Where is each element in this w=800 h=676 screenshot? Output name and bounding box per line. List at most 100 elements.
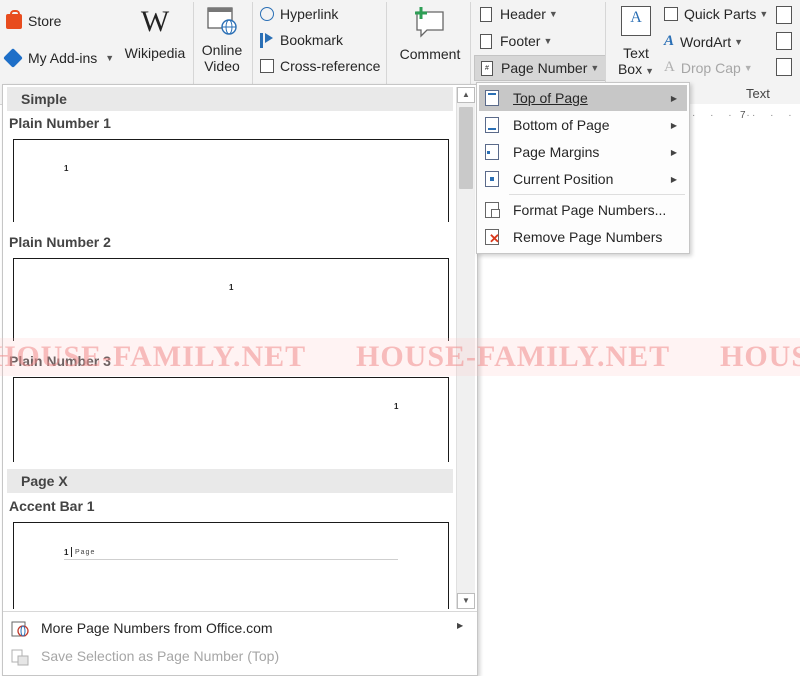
chevron-down-icon: ▼ <box>734 36 744 47</box>
online-video-label-1: Online <box>201 42 243 58</box>
drop-cap-button: A Drop Cap ▼ <box>664 59 753 76</box>
accent-bar-1-thumbnail[interactable]: 1 Page <box>13 522 449 609</box>
plain-number-2-title: Plain Number 2 <box>9 234 111 250</box>
accent-bar-1-title: Accent Bar 1 <box>9 498 95 514</box>
gallery-scrollbar[interactable]: ▲ ▼ <box>456 87 475 609</box>
page-margins-icon <box>485 144 499 160</box>
text-box-label-2: Box <box>617 61 643 77</box>
page-margins-label: Page Margins <box>513 144 600 160</box>
hyperlink-icon <box>260 7 274 21</box>
signature-line-icon[interactable] <box>776 6 792 24</box>
online-video-button[interactable]: Online Video <box>196 6 248 74</box>
my-addins-button[interactable]: My Add-ins ▼ <box>3 48 115 68</box>
menu-item-format-page-numbers[interactable]: Format Page Numbers... <box>479 197 687 223</box>
office-com-icon <box>11 620 29 638</box>
chevron-right-icon: ▶ <box>670 93 677 103</box>
bottom-of-page-label: Bottom of Page <box>513 117 610 133</box>
bookmark-button[interactable]: Bookmark <box>260 32 343 48</box>
menu-item-bottom-of-page[interactable]: Bottom of Page ▶ <box>479 112 687 138</box>
hyperlink-label: Hyperlink <box>280 6 339 22</box>
chevron-right-icon: ▶ <box>457 621 464 630</box>
wikipedia-label: Wikipedia <box>124 45 186 61</box>
plain-number-3-thumbnail[interactable]: 1 <box>13 377 449 462</box>
chevron-right-icon: ▶ <box>670 174 677 184</box>
page-number-menu: Top of Page ▶ Bottom of Page ▶ Page Marg… <box>476 82 690 254</box>
quick-parts-button[interactable]: Quick Parts ▼ <box>664 6 768 22</box>
wikipedia-button[interactable]: W Wikipedia <box>122 4 188 61</box>
ruler: · · · · 7 · · · <box>688 110 800 124</box>
chevron-right-icon: ▶ <box>670 147 677 157</box>
page-number-button[interactable]: # Page Number ▼ <box>474 55 607 81</box>
chevron-down-icon: ▼ <box>543 36 553 46</box>
menu-item-page-margins[interactable]: Page Margins ▶ <box>479 139 687 165</box>
plain-number-2-thumbnail[interactable]: 1 <box>13 258 449 341</box>
footer-label: Footer <box>500 33 541 49</box>
page-number-sample: 1 <box>64 548 69 557</box>
plain-number-1-thumbnail[interactable]: 1 <box>13 139 449 222</box>
hyperlink-button[interactable]: Hyperlink <box>260 6 338 22</box>
chevron-down-icon: ▼ <box>645 66 655 76</box>
cross-reference-icon <box>260 59 274 73</box>
section-header-simple: Simple <box>7 87 453 111</box>
quick-parts-label: Quick Parts <box>684 6 757 22</box>
scroll-down-icon[interactable]: ▼ <box>457 593 475 609</box>
text-box-label-1: Text <box>623 45 649 61</box>
scroll-up-icon[interactable]: ▲ <box>457 87 475 103</box>
top-of-page-label: Top of Page <box>513 90 588 106</box>
header-button[interactable]: Header ▼ <box>480 6 558 22</box>
text-box-icon: A <box>621 6 651 36</box>
more-page-numbers-item[interactable]: More Page Numbers from Office.com <box>41 620 273 636</box>
comment-icon <box>412 4 448 38</box>
comment-label: Comment <box>399 46 461 62</box>
save-selection-item: Save Selection as Page Number (Top) <box>41 648 280 664</box>
store-button[interactable]: Store <box>6 9 62 29</box>
drop-cap-label: Drop Cap <box>680 59 741 76</box>
store-icon <box>6 9 22 29</box>
page-number-icon: # <box>481 60 493 76</box>
page-number-sample: 1 <box>229 283 234 292</box>
save-selection-icon <box>11 648 29 666</box>
footer-button[interactable]: Footer ▼ <box>480 33 552 49</box>
chevron-right-icon: ▶ <box>670 120 677 130</box>
page-number-label: Page Number <box>501 60 588 76</box>
store-label: Store <box>28 13 62 29</box>
drop-cap-icon: A <box>664 59 675 75</box>
wordart-button[interactable]: A WordArt ▼ <box>664 33 743 50</box>
scroll-thumb[interactable] <box>459 107 473 189</box>
comment-button[interactable]: Comment <box>394 4 466 62</box>
chevron-down-icon: ▼ <box>548 9 558 19</box>
text-box-button[interactable]: A Text Box ▼ <box>614 6 658 77</box>
section-header-page-x: Page X <box>7 469 453 493</box>
page-number-sample: 1 <box>64 164 69 173</box>
menu-item-current-position[interactable]: Current Position ▶ <box>479 166 687 192</box>
accent-page-text: Page <box>75 549 96 556</box>
page-number-sample: 1 <box>394 402 399 411</box>
bookmark-icon <box>260 32 263 48</box>
header-label: Header <box>500 6 546 22</box>
text-group-label: Text <box>746 86 770 101</box>
top-of-page-icon <box>485 90 499 106</box>
wordart-icon: A <box>664 33 675 49</box>
object-icon[interactable] <box>776 58 792 76</box>
menu-item-top-of-page[interactable]: Top of Page ▶ <box>479 85 687 111</box>
current-position-label: Current Position <box>513 171 614 187</box>
chevron-down-icon: ▼ <box>105 53 115 63</box>
chevron-down-icon: ▼ <box>759 9 769 19</box>
online-video-label-2: Video <box>204 58 240 74</box>
chevron-down-icon: ▼ <box>590 63 600 73</box>
remove-page-numbers-label: Remove Page Numbers <box>513 229 663 245</box>
quick-parts-icon <box>664 7 678 21</box>
cross-reference-button[interactable]: Cross-reference <box>260 58 380 74</box>
addins-icon <box>3 48 23 68</box>
format-page-numbers-label: Format Page Numbers... <box>513 202 667 218</box>
gallery-footer: More Page Numbers from Office.com ▶ Save… <box>3 611 477 676</box>
bottom-of-page-icon <box>485 117 499 133</box>
menu-item-remove-page-numbers[interactable]: ✕ Remove Page Numbers <box>479 224 687 250</box>
online-video-icon <box>206 6 238 36</box>
date-time-icon[interactable] <box>776 32 792 50</box>
bookmark-label: Bookmark <box>280 32 344 48</box>
my-addins-label: My Add-ins <box>28 50 98 66</box>
chevron-down-icon: ▼ <box>743 62 753 73</box>
ruler-mark: 7 <box>740 110 746 121</box>
footer-icon <box>480 33 492 49</box>
